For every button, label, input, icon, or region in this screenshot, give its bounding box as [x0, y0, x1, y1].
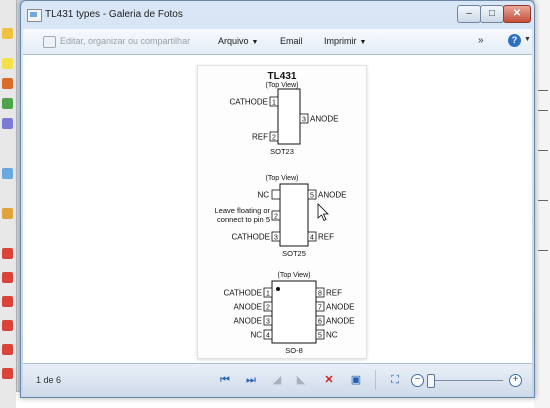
line-tool-icon[interactable] [2, 248, 13, 259]
so8-pin1-label: CATHODE [223, 289, 262, 298]
rect-tool-icon[interactable] [2, 272, 13, 283]
so8-pin2-label: ANODE [234, 303, 262, 312]
imprimir-label: Imprimir [324, 36, 357, 46]
sot25-pin1-label: NC [257, 191, 269, 200]
chevron-down-icon: ▼ [359, 39, 367, 46]
poly-tool-icon[interactable] [2, 344, 13, 355]
minimize-button[interactable]: – [457, 5, 481, 23]
more-commands-button[interactable]: » [478, 35, 484, 46]
sot25-pin1 [271, 189, 281, 200]
rotate-right-icon[interactable]: ◣ [293, 372, 309, 388]
sot23-pin1-label: CATHODE [229, 98, 268, 107]
so8-pin1-dot [276, 287, 280, 291]
sot25-pin2-label: Leave floating or [215, 206, 271, 215]
font-icon[interactable] [2, 78, 13, 89]
chevron-down-icon[interactable]: ▼ [524, 36, 531, 43]
link-icon[interactable] [2, 168, 13, 179]
clip-icon[interactable] [2, 208, 13, 219]
sot25-pin3-label: CATHODE [231, 233, 270, 242]
title-bar[interactable]: TL431 types - Galeria de Fotos – □ ✕ [21, 1, 534, 29]
settings-icon[interactable] [2, 118, 13, 129]
displayed-photo: TL431 (Top View) 1 CATHODE 2 REF 3 ANODE… [197, 65, 367, 359]
so8-pin1-number: 1 [266, 291, 270, 298]
sot25-top-view: (Top View) [266, 175, 299, 182]
photo-gallery-window: TL431 types - Galeria de Fotos – □ ✕ Edi… [20, 0, 535, 398]
so8-pin4-label: NC [250, 331, 262, 340]
tl431-pinout-diagram: TL431 (Top View) 1 CATHODE 2 REF 3 ANODE… [215, 71, 355, 355]
chevron-down-icon: ▼ [251, 39, 259, 46]
command-bar: Editar, organizar ou compartilhar Arquiv… [23, 29, 532, 55]
sot25-package-label: SOT25 [282, 249, 306, 258]
arquivo-label: Arquivo [218, 36, 249, 46]
status-bar: 1 de 6 ⏮ ⏭ ◢ ◣ ✕ ▣ ⛶ − + [23, 363, 532, 396]
sot25-pin2-label-2: connect to pin 5 [217, 215, 270, 224]
so8-pin4-number: 4 [266, 333, 270, 340]
background-toolbar [0, 0, 17, 408]
paint-icon[interactable] [2, 98, 13, 109]
so8-top-view: (Top View) [278, 272, 311, 279]
so8-pin5-label: NC [326, 331, 338, 340]
zoom-in-icon[interactable]: + [509, 374, 522, 387]
mouse-cursor-icon [317, 203, 329, 222]
so8-pin6-number: 6 [318, 319, 322, 326]
folder-icon[interactable] [2, 28, 13, 39]
previous-icon[interactable]: ⏮ [217, 372, 233, 388]
so8-pin3-number: 3 [266, 319, 270, 326]
sot25-pin4-label: REF [318, 233, 334, 242]
sot25-pin5-number: 5 [310, 193, 314, 200]
slideshow-icon[interactable]: ▣ [348, 372, 364, 388]
edit-organize-share-menu[interactable]: Editar, organizar ou compartilhar [60, 36, 190, 46]
sot23-pin2-number: 2 [272, 135, 276, 142]
note-icon[interactable] [2, 58, 13, 69]
so8-pin2-number: 2 [266, 305, 270, 312]
zoom-slider-thumb[interactable] [427, 374, 435, 388]
sot25-pin2-number: 2 [274, 214, 278, 221]
arc-tool-icon[interactable] [2, 320, 13, 331]
email-menu[interactable]: Email [280, 36, 303, 46]
rotate-left-icon[interactable]: ◢ [269, 372, 285, 388]
circle-tool-icon[interactable] [2, 296, 13, 307]
so8-pin5-number: 5 [318, 333, 322, 340]
imprimir-menu[interactable]: Imprimir ▼ [324, 36, 366, 46]
sot23-package-label: SOT23 [270, 147, 294, 156]
zoom-out-icon[interactable]: − [411, 374, 424, 387]
so8-pin8-number: 8 [318, 291, 322, 298]
next-icon[interactable]: ⏭ [243, 372, 259, 388]
sot23-pin3-label: ANODE [310, 115, 338, 124]
sot25-body [279, 183, 309, 247]
maximize-button[interactable]: □ [480, 5, 504, 23]
image-viewer[interactable]: TL431 (Top View) 1 CATHODE 2 REF 3 ANODE… [23, 55, 532, 363]
sot25-pin5-label: ANODE [318, 191, 346, 200]
so8-pin6-label: ANODE [326, 317, 354, 326]
help-icon[interactable]: ? [508, 34, 521, 47]
sot23-top-view: (Top View) [266, 82, 299, 89]
pencil-tool-icon[interactable] [2, 368, 13, 379]
fit-to-window-icon[interactable]: ⛶ [387, 372, 403, 388]
so8-pin3-label: ANODE [234, 317, 262, 326]
close-button[interactable]: ✕ [503, 5, 531, 23]
so8-pin7-label: ANODE [326, 303, 354, 312]
window-title: TL431 types - Galeria de Fotos [45, 9, 183, 20]
sot23-pin3-number: 3 [302, 117, 306, 124]
so8-package-label: SO-8 [285, 346, 303, 355]
sot23-pin1-number: 1 [272, 100, 276, 107]
sot23-pin2-label: REF [252, 133, 268, 142]
arquivo-menu[interactable]: Arquivo ▼ [218, 36, 258, 46]
sot23-body [277, 88, 301, 145]
delete-icon[interactable]: ✕ [321, 372, 337, 388]
sot25-pin4-number: 4 [310, 235, 314, 242]
photo-app-icon [27, 9, 42, 22]
share-icon [43, 36, 56, 48]
page-count: 1 de 6 [36, 375, 62, 385]
sot25-pin3-number: 3 [274, 235, 278, 242]
zoom-slider[interactable] [433, 380, 503, 381]
background-schematic-edge [533, 0, 550, 408]
so8-pin7-number: 7 [318, 305, 322, 312]
so8-pin8-label: REF [326, 289, 342, 298]
diagram-title: TL431 [268, 71, 297, 82]
